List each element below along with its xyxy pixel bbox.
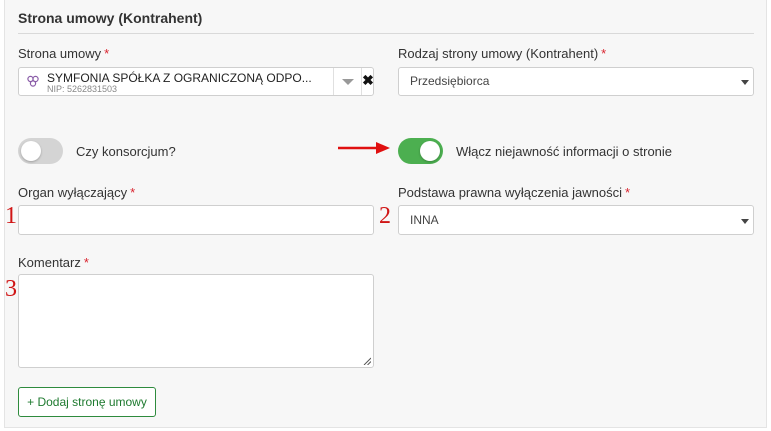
party-dropdown-button[interactable] [333,68,361,95]
excluding-body-label: Organ wyłączający * [18,185,135,200]
party-name: SYMFONIA SPÓŁKA Z OGRANICZONĄ ODPO... [47,71,312,85]
confidential-toggle[interactable] [398,138,443,164]
party-type-value: Przedsiębiorca [410,74,490,88]
annotation-number-1: 1 [5,203,17,229]
required-mark: * [130,185,136,200]
excluding-body-label-text: Organ wyłączający [18,185,128,200]
comment-textarea[interactable] [18,274,374,368]
red-arrow-icon [338,142,390,154]
annotation-number-2: 2 [379,203,391,229]
company-icon-graphic [27,75,39,87]
legal-basis-label-text: Podstawa prawna wyłączenia jawności [398,185,623,200]
section-title: Strona umowy (Kontrahent) [18,10,203,26]
caret-down-icon [741,219,749,224]
close-icon: ✖ [362,72,374,88]
chevron-down-icon [342,79,354,85]
required-mark: * [104,46,110,61]
party-type-label-text: Rodzaj strony umowy (Kontrahent) [398,46,599,61]
party-label-text: Strona umowy [18,46,102,61]
toggle-knob [21,141,41,161]
legal-basis-value: INNA [410,213,439,227]
party-type-select[interactable]: Przedsiębiorca [398,67,754,96]
excluding-body-input[interactable] [18,205,374,235]
required-mark: * [625,185,631,200]
party-nip: NIP: 5262831503 [47,84,118,94]
party-select[interactable]: SYMFONIA SPÓŁKA Z OGRANICZONĄ ODPO... NI… [18,67,374,96]
required-mark: * [601,46,607,61]
confidential-label: Włącz niejawność informacji o stronie [456,144,673,159]
resize-grip-icon[interactable] [363,357,371,365]
required-mark: * [83,255,89,270]
comment-label: Komentarz * [18,255,89,270]
party-type-label: Rodzaj strony umowy (Kontrahent) * [398,46,606,61]
party-label: Strona umowy * [18,46,109,61]
legal-basis-select[interactable]: INNA [398,205,754,235]
party-clear-button[interactable]: ✖ [361,68,374,95]
add-party-button[interactable]: + Dodaj stronę umowy [18,387,156,417]
company-icon [25,74,41,90]
legal-basis-label: Podstawa prawna wyłączenia jawności * [398,185,630,200]
caret-down-icon [741,80,749,85]
annotation-number-3: 3 [5,276,17,302]
comment-label-text: Komentarz [18,255,81,270]
toggle-knob [420,141,440,161]
consortium-toggle[interactable] [18,138,63,164]
consortium-label: Czy konsorcjum? [76,144,176,159]
section-divider [18,33,754,34]
